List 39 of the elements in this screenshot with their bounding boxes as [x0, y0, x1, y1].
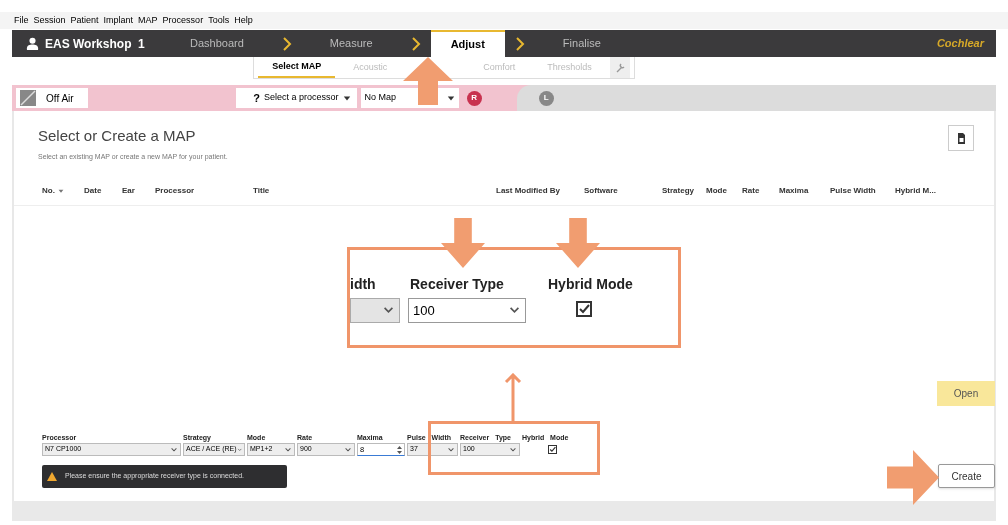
column-header[interactable]: Mode [704, 176, 740, 205]
column-header[interactable]: Title [251, 176, 494, 205]
menu-item[interactable]: Implant [103, 13, 134, 28]
column-header[interactable]: Rate [740, 176, 777, 205]
column-header[interactable]: Date [82, 176, 120, 205]
step-tab[interactable]: Measure [301, 30, 401, 57]
column-header[interactable]: Strategy [660, 176, 704, 205]
menu-item[interactable]: Tools [208, 13, 230, 28]
sub-tab[interactable]: Select MAP [258, 57, 336, 78]
step-tab[interactable]: Dashboard [162, 30, 272, 57]
column-header[interactable]: Maxima [777, 176, 828, 205]
field-label: idth [350, 275, 376, 294]
patient-name: EAS Workshop 1 [45, 35, 145, 53]
page-title: Select or Create a MAP [38, 126, 197, 146]
step-tab[interactable]: Adjust [430, 30, 505, 57]
ear-tab[interactable]: L [538, 90, 554, 106]
brand-logo: Cochlear [936, 36, 986, 52]
menu-item[interactable]: Help [234, 13, 253, 28]
field-label: Hybrid Mode [548, 275, 633, 294]
create-button[interactable]: Create [938, 464, 995, 488]
column-header[interactable]: Software [582, 176, 660, 205]
open-button[interactable]: Open [937, 381, 995, 406]
column-header[interactable]: Processor [153, 176, 251, 205]
menu-item[interactable]: MAP [138, 13, 158, 28]
column-header[interactable]: Ear [120, 176, 153, 205]
menu-item[interactable]: Session [33, 13, 66, 28]
column-header[interactable]: Last Modified By [494, 176, 582, 205]
processor-select[interactable]: ? Select a processor [235, 88, 357, 108]
column-header[interactable]: Hybrid M... [893, 176, 953, 205]
column-header[interactable]: Pulse Width [828, 176, 893, 205]
ear-tab[interactable]: R [466, 90, 482, 106]
receiver-type-select[interactable]: 100 [408, 298, 526, 323]
column-header[interactable]: No. [40, 176, 82, 205]
menu-item[interactable]: File [14, 13, 29, 28]
off-air-button[interactable]: Off Air [16, 88, 88, 108]
field-label: Receiver Type [410, 275, 504, 294]
menu-item[interactable]: Processor [162, 13, 204, 28]
menu-item[interactable]: Patient [70, 13, 99, 28]
step-tab[interactable]: Finalise [534, 30, 629, 57]
